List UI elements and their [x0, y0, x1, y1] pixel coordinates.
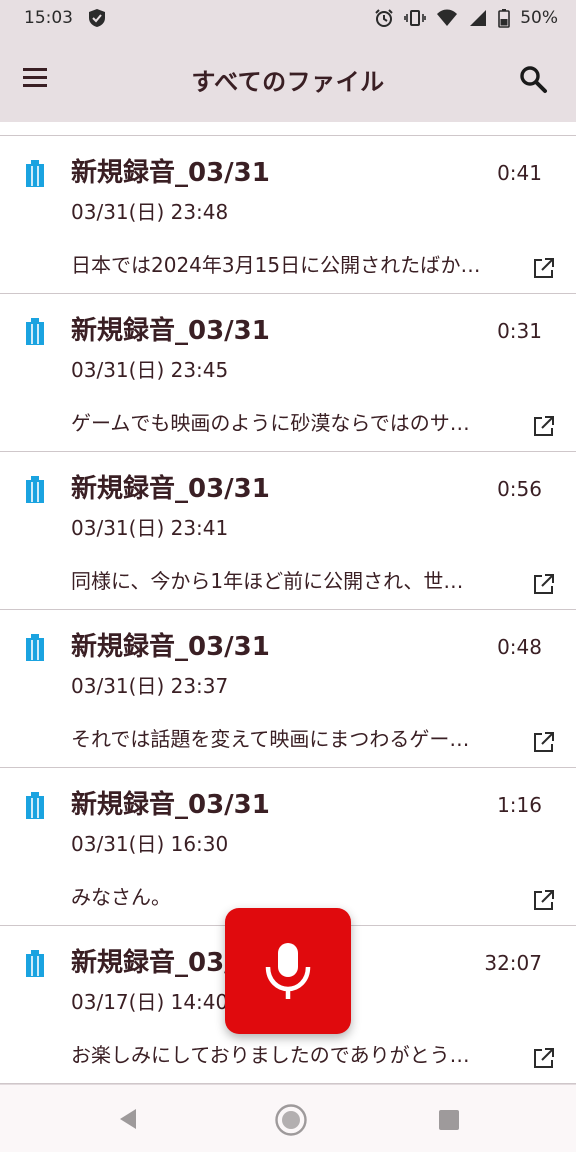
- open-external-icon[interactable]: [532, 1046, 556, 1070]
- recording-file-icon: [26, 318, 44, 345]
- recording-file-icon: [26, 634, 44, 661]
- open-external-icon[interactable]: [532, 572, 556, 596]
- home-circle-icon[interactable]: [274, 1103, 308, 1137]
- shield-icon: [89, 9, 105, 27]
- recording-title: 新規録音_03/31: [71, 316, 270, 346]
- status-time: 15:03: [24, 8, 73, 28]
- recording-date: 03/31(日) 16:30: [71, 832, 229, 856]
- page-title: すべてのファイル: [191, 67, 385, 96]
- wifi-icon: [437, 9, 458, 26]
- recording-date: 03/17(日) 14:40: [71, 990, 229, 1014]
- recording-title: 新規録音_03/31: [71, 158, 270, 188]
- recording-duration: 0:56: [497, 477, 542, 501]
- vibrate-icon: [404, 10, 427, 26]
- record-button[interactable]: [225, 908, 351, 1034]
- recording-file-icon: [26, 160, 44, 187]
- status-bar: 15:03 50%: [0, 0, 576, 36]
- recording-date: 03/31(日) 23:48: [71, 200, 229, 224]
- recording-file-icon: [26, 476, 44, 503]
- recording-snippet: みなさん。: [71, 885, 171, 909]
- recording-snippet: お楽しみにしておりましたのでありがとう…: [71, 1043, 470, 1067]
- battery-icon: [498, 9, 511, 28]
- recording-item[interactable]: 新規録音_03/31 0:31 03/31(日) 23:45 ゲームでも映画のよ…: [0, 294, 576, 452]
- open-external-icon[interactable]: [532, 414, 556, 438]
- back-triangle-icon[interactable]: [116, 1107, 140, 1131]
- system-nav-bar: [0, 1084, 576, 1152]
- recording-snippet: それでは話題を変えて映画にまつわるゲー…: [71, 727, 470, 751]
- recording-item[interactable]: 新規録音_03/31 0:41 03/31(日) 23:48 日本では2024年…: [0, 136, 576, 294]
- hamburger-menu-icon: [23, 68, 47, 87]
- menu-button[interactable]: [20, 62, 52, 94]
- recording-duration: 0:48: [497, 635, 542, 659]
- recording-date: 03/31(日) 23:41: [71, 516, 229, 540]
- recording-date: 03/31(日) 23:45: [71, 358, 229, 382]
- recording-date: 03/31(日) 23:37: [71, 674, 229, 698]
- recording-snippet: ゲームでも映画のように砂漠ならではのサ…: [71, 411, 470, 435]
- recording-title: 新規録音_03/31: [71, 632, 270, 662]
- recording-snippet: 日本では2024年3月15日に公開されたばか…: [71, 253, 481, 277]
- recording-item[interactable]: 新規録音_03/31 0:56 03/31(日) 23:41 同様に、今から1年…: [0, 452, 576, 610]
- recording-file-icon: [26, 950, 44, 977]
- open-external-icon[interactable]: [532, 730, 556, 754]
- recent-square-icon[interactable]: [438, 1109, 460, 1131]
- recording-title: 新規録音_03/31: [71, 474, 270, 504]
- search-icon: [520, 66, 547, 93]
- recording-title: 新規録音_03/31: [71, 790, 270, 820]
- open-external-icon[interactable]: [532, 256, 556, 280]
- signal-icon: [470, 10, 487, 26]
- recording-duration: 32:07: [484, 951, 542, 975]
- recording-duration: 1:16: [497, 793, 542, 817]
- recording-duration: 0:41: [497, 161, 542, 185]
- microphone-icon: [265, 943, 311, 999]
- battery-percent: 50%: [520, 8, 558, 28]
- search-button[interactable]: [518, 64, 548, 94]
- recording-file-icon: [26, 792, 44, 819]
- recording-item[interactable]: 新規録音_03/31 1:16 03/31(日) 16:30 みなさん。: [0, 768, 576, 926]
- recording-duration: 0:31: [497, 319, 542, 343]
- alarm-icon: [375, 9, 393, 27]
- recording-snippet: 同様に、今から1年ほど前に公開され、世…: [71, 569, 464, 593]
- recording-item[interactable]: 新規録音_03/31 0:48 03/31(日) 23:37 それでは話題を変え…: [0, 610, 576, 768]
- open-external-icon[interactable]: [532, 888, 556, 912]
- app-bar: すべてのファイル: [0, 36, 576, 122]
